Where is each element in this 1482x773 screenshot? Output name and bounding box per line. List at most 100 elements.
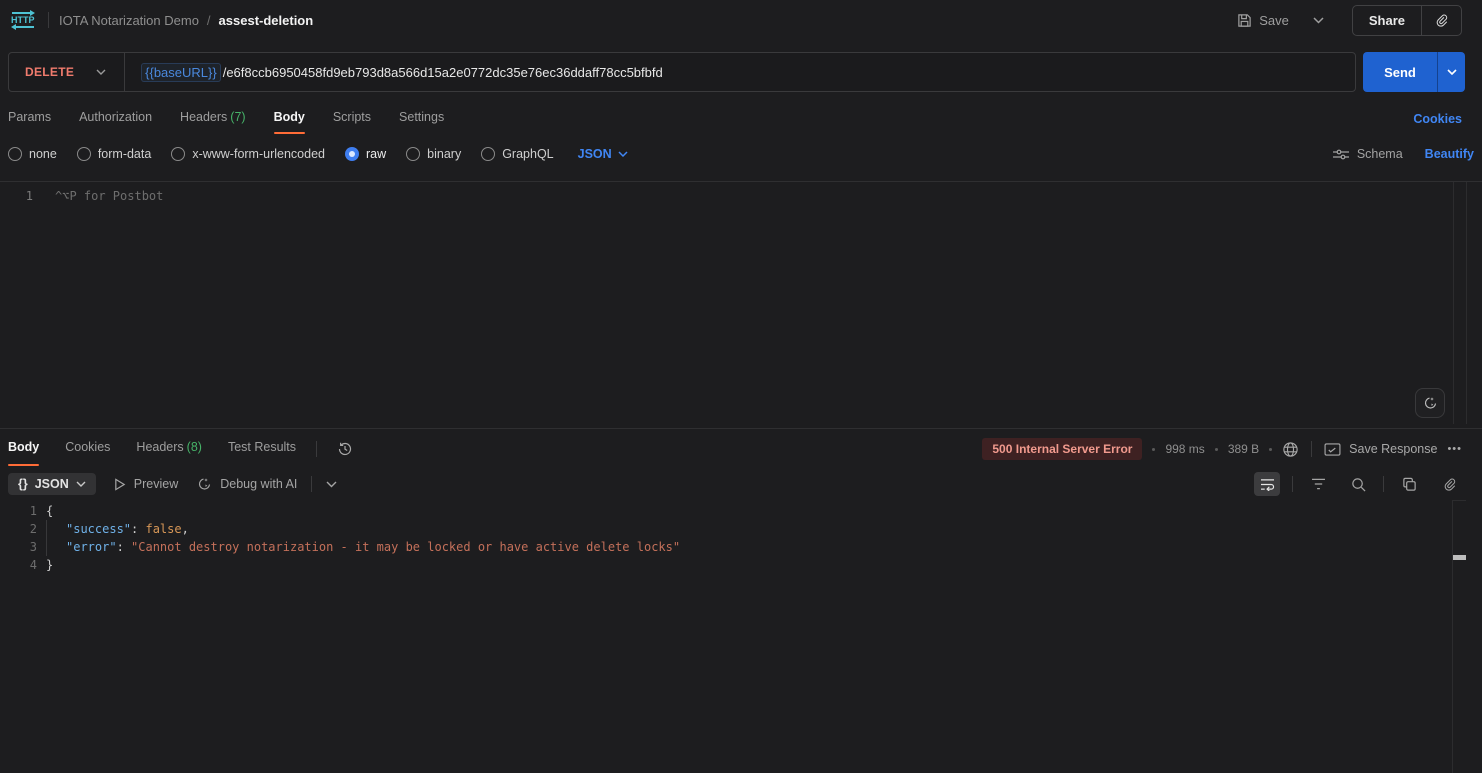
response-headers-count: (8) bbox=[187, 440, 202, 454]
tab-params[interactable]: Params bbox=[8, 104, 51, 134]
radio-circle bbox=[406, 147, 420, 161]
more-options-icon[interactable]: ••• bbox=[1447, 443, 1462, 455]
url-box: DELETE {{baseURL}} /e6f8ccb6950458fd9eb7… bbox=[8, 52, 1356, 92]
divider bbox=[1292, 476, 1293, 492]
cookies-link[interactable]: Cookies bbox=[1413, 112, 1462, 126]
radio-form-data[interactable]: form-data bbox=[77, 147, 152, 161]
radio-circle bbox=[77, 147, 91, 161]
save-button[interactable]: Save bbox=[1229, 7, 1297, 34]
response-tab-test-results[interactable]: Test Results bbox=[228, 432, 296, 466]
response-scrollbar-thumb[interactable] bbox=[1453, 555, 1466, 560]
share-button[interactable]: Share bbox=[1353, 6, 1421, 35]
save-response-icon bbox=[1324, 443, 1341, 456]
response-tab-body[interactable]: Body bbox=[8, 432, 39, 466]
radio-circle-checked bbox=[345, 147, 359, 161]
response-header: Body Cookies Headers(8) Test Results 500… bbox=[0, 432, 1482, 466]
request-body-editor[interactable]: 1 ^⌥P for Postbot bbox=[0, 181, 1482, 429]
visualize-options-chevron[interactable] bbox=[326, 481, 337, 488]
editor-line-number: 1 bbox=[0, 187, 33, 205]
chevron-down-icon bbox=[76, 481, 86, 487]
share-button-group: Share bbox=[1352, 5, 1462, 36]
copy-link-icon[interactable] bbox=[1436, 472, 1462, 496]
sliders-icon bbox=[1333, 148, 1349, 161]
response-history-icon[interactable] bbox=[337, 441, 353, 457]
tab-settings[interactable]: Settings bbox=[399, 104, 444, 134]
radio-raw[interactable]: raw bbox=[345, 147, 386, 161]
play-icon bbox=[114, 478, 126, 491]
send-options-chevron[interactable] bbox=[1437, 52, 1465, 92]
divider bbox=[1311, 441, 1312, 457]
dot-separator bbox=[1269, 448, 1272, 451]
paperclip-icon bbox=[1434, 13, 1449, 28]
dot-separator bbox=[1152, 448, 1155, 451]
breadcrumb-collection[interactable]: IOTA Notarization Demo bbox=[59, 13, 199, 28]
breadcrumb-separator: / bbox=[207, 13, 211, 28]
network-globe-icon[interactable] bbox=[1282, 441, 1299, 458]
response-line: 4 } bbox=[0, 556, 1452, 574]
chevron-down-icon bbox=[618, 151, 628, 157]
url-variable[interactable]: {{baseURL}} bbox=[141, 63, 221, 82]
floppy-icon bbox=[1237, 13, 1252, 28]
svg-text:HTTP: HTTP bbox=[11, 15, 35, 25]
search-icon[interactable] bbox=[1345, 472, 1371, 496]
url-input[interactable]: {{baseURL}} /e6f8ccb6950458fd9eb793d8a56… bbox=[125, 63, 663, 82]
word-wrap-toggle[interactable] bbox=[1254, 472, 1280, 496]
editor-placeholder: ^⌥P for Postbot bbox=[55, 187, 163, 205]
tab-scripts[interactable]: Scripts bbox=[333, 104, 371, 134]
http-request-icon: HTTP bbox=[8, 9, 38, 31]
beautify-button[interactable]: Beautify bbox=[1425, 147, 1474, 161]
send-button[interactable]: Send bbox=[1363, 52, 1437, 92]
response-line: 3 "error": "Cannot destroy notarization … bbox=[0, 538, 1452, 556]
divider bbox=[48, 12, 49, 28]
save-response-button[interactable]: Save Response bbox=[1324, 442, 1437, 456]
copy-icon[interactable] bbox=[1396, 472, 1422, 496]
divider bbox=[311, 476, 312, 492]
radio-none[interactable]: none bbox=[8, 147, 57, 161]
response-tab-cookies[interactable]: Cookies bbox=[65, 432, 110, 466]
method-selector[interactable]: DELETE bbox=[9, 65, 74, 79]
tab-body[interactable]: Body bbox=[274, 104, 305, 134]
word-wrap-icon bbox=[1260, 478, 1275, 491]
method-chevron-icon[interactable] bbox=[74, 69, 124, 75]
response-line: 1 { bbox=[0, 502, 1452, 520]
postbot-icon bbox=[1422, 395, 1438, 411]
schema-button[interactable]: Schema bbox=[1333, 147, 1403, 161]
response-time[interactable]: 998 ms bbox=[1165, 442, 1204, 456]
response-line: 2 "success": false, bbox=[0, 520, 1452, 538]
response-size[interactable]: 389 B bbox=[1228, 442, 1259, 456]
response-toolbar: {} JSON Preview Debug with AI bbox=[0, 468, 1482, 500]
send-split-button: Send bbox=[1363, 52, 1465, 92]
divider bbox=[1383, 476, 1384, 492]
postbot-icon bbox=[196, 476, 212, 492]
url-path[interactable]: /e6f8ccb6950458fd9eb793d8a566d15a2e0772d… bbox=[223, 65, 663, 80]
tab-headers[interactable]: Headers(7) bbox=[180, 104, 246, 134]
breadcrumb-request-name[interactable]: assest-deletion bbox=[219, 13, 314, 28]
postbot-button[interactable] bbox=[1415, 388, 1445, 418]
language-selector[interactable]: JSON bbox=[578, 147, 628, 161]
save-label: Save bbox=[1259, 13, 1289, 28]
debug-with-ai-button[interactable]: Debug with AI bbox=[196, 476, 297, 492]
radio-circle bbox=[171, 147, 185, 161]
response-scrollbar-track[interactable] bbox=[1452, 500, 1466, 773]
response-body-viewer[interactable]: 1 { 2 "success": false, 3 "error": "Cann… bbox=[0, 502, 1452, 574]
tab-authorization[interactable]: Authorization bbox=[79, 104, 152, 134]
radio-x-www-form-urlencoded[interactable]: x-www-form-urlencoded bbox=[171, 147, 325, 161]
response-tab-headers[interactable]: Headers(8) bbox=[136, 432, 202, 466]
request-tabs: Params Authorization Headers(7) Body Scr… bbox=[0, 104, 1482, 134]
radio-circle bbox=[481, 147, 495, 161]
filter-icon[interactable] bbox=[1305, 472, 1331, 496]
preview-button[interactable]: Preview bbox=[114, 477, 178, 491]
radio-graphql[interactable]: GraphQL bbox=[481, 147, 553, 161]
radio-binary[interactable]: binary bbox=[406, 147, 461, 161]
status-badge[interactable]: 500 Internal Server Error bbox=[982, 438, 1142, 460]
divider bbox=[316, 441, 317, 457]
save-options-chevron[interactable] bbox=[1303, 11, 1334, 30]
radio-circle bbox=[8, 147, 22, 161]
copy-link-button[interactable] bbox=[1421, 6, 1461, 35]
top-bar: HTTP IOTA Notarization Demo / assest-del… bbox=[0, 0, 1482, 40]
editor-scrollbar-track[interactable] bbox=[1453, 182, 1467, 424]
body-type-options: none form-data x-www-form-urlencoded raw… bbox=[0, 140, 1482, 168]
dot-separator bbox=[1215, 448, 1218, 451]
response-format-selector[interactable]: {} JSON bbox=[8, 473, 96, 495]
request-bar: DELETE {{baseURL}} /e6f8ccb6950458fd9eb7… bbox=[0, 52, 1482, 92]
